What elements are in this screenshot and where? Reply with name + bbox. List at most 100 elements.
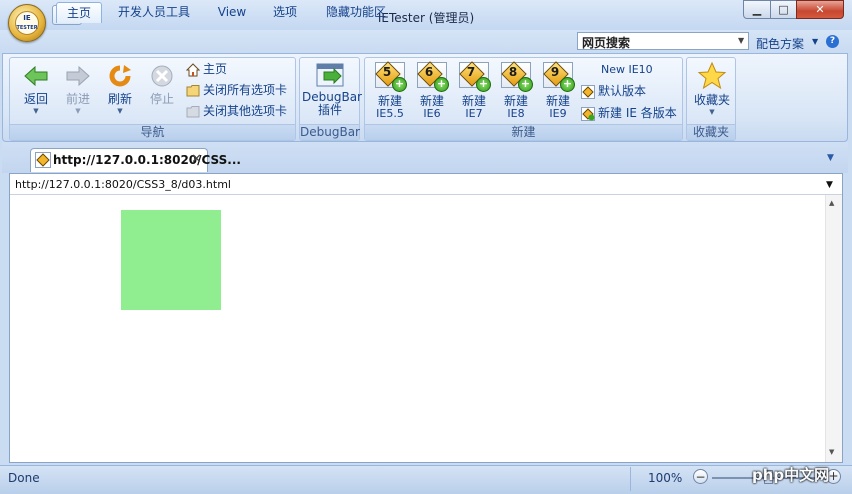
forward-arrow-icon [66, 65, 90, 87]
back-label: 返回 [23, 92, 48, 106]
group-label-new: 新建 [365, 124, 682, 140]
debugbar-icon [316, 63, 344, 87]
logo-text-ie: IE [23, 14, 31, 22]
home-icon [186, 62, 200, 76]
maximize-button[interactable]: □ [770, 0, 797, 19]
group-label-favorites: 收藏夹 [687, 124, 735, 140]
group-navigation: 导航 返回 ▼ 前进 ▼ 刷新 ▼ 停止 主页 关闭所有选项卡 关闭其他选项卡 [9, 57, 296, 141]
close-window-button[interactable]: ✕ [796, 0, 844, 19]
close-other-tabs-button[interactable]: 关闭其他选项卡 [186, 101, 287, 121]
tab-options[interactable]: 选项 [264, 2, 306, 23]
group-label-navigation: 导航 [10, 124, 295, 140]
forward-dropdown-icon: ▼ [75, 107, 81, 115]
stop-label: 停止 [149, 92, 174, 106]
ie-version-icon: 5 + [375, 61, 407, 92]
refresh-icon [109, 65, 131, 87]
back-arrow-icon [24, 65, 48, 87]
favorites-button[interactable]: 收藏夹 ▼ [689, 61, 735, 116]
tab-list-dropdown-icon[interactable]: ▼ [827, 153, 834, 163]
close-other-tabs-label: 关闭其他选项卡 [203, 104, 288, 118]
new-ie10-button[interactable]: New IE10 [601, 60, 653, 80]
default-version-button[interactable]: 默认版本 [581, 81, 646, 101]
close-all-tabs-label: 关闭所有选项卡 [203, 83, 288, 97]
ie-version-icon: 8 + [501, 61, 533, 92]
tab-view[interactable]: View [210, 2, 254, 23]
address-dropdown-icon[interactable]: ▼ [826, 180, 833, 190]
color-scheme-menu[interactable]: 配色方案 [756, 35, 804, 52]
default-version-label: 默认版本 [598, 84, 647, 98]
group-favorites: 收藏夹 收藏夹 ▼ [686, 57, 736, 141]
scroll-up-icon[interactable]: ▲ [829, 199, 834, 207]
search-dropdown-button[interactable]: ▼ [738, 36, 744, 45]
home-button[interactable]: 主页 [186, 59, 227, 79]
logo-text-tester: TESTER [16, 25, 38, 31]
ie-version-icon [581, 106, 595, 121]
new-ie9-button[interactable]: 9 + 新建 IE9 [539, 61, 577, 120]
new-ie9-label-1: 新建 [545, 94, 570, 108]
vertical-scrollbar[interactable] [825, 195, 842, 462]
ie-version-icon: 7 + [459, 61, 491, 92]
ie-version-icon [35, 152, 51, 168]
new-ie55-button[interactable]: 5 + 新建 IE5.5 [371, 61, 409, 120]
new-ie9-label-2: IE9 [549, 107, 567, 120]
tab-hide-ribbon[interactable]: 隐藏功能区 [316, 2, 396, 23]
refresh-button[interactable]: 刷新 ▼ [100, 64, 140, 115]
browser-tab-title: http://127.0.0.1:8020/CSS... [53, 153, 241, 167]
forward-button[interactable]: 前进 ▼ [58, 64, 98, 115]
refresh-label: 刷新 [107, 92, 132, 106]
new-ie7-label-1: 新建 [461, 94, 486, 108]
tab-developer-tools[interactable]: 开发人员工具 [110, 2, 198, 23]
app-orb-button[interactable]: IE TESTER [8, 4, 46, 42]
zoom-out-button[interactable]: − [693, 469, 708, 484]
ie-version-icon: 9 + [543, 61, 575, 92]
status-text: Done [8, 471, 40, 485]
stop-button[interactable]: 停止 [142, 64, 182, 107]
group-debugbar: DebugBar DebugBar 插件 [299, 57, 362, 141]
new-ie8-button[interactable]: 8 + 新建 IE8 [497, 61, 535, 120]
tab-home[interactable]: 主页 [56, 2, 102, 23]
status-bar [0, 465, 852, 494]
new-ie8-label-1: 新建 [503, 94, 528, 108]
refresh-dropdown-icon: ▼ [117, 107, 123, 115]
ie-version-icon: 6 + [417, 61, 449, 92]
debugbar-button-label-2: 插件 [317, 103, 342, 117]
forward-label: 前进 [65, 92, 90, 106]
stop-icon [151, 65, 173, 87]
folder-icon [186, 84, 200, 96]
new-ie7-button[interactable]: 7 + 新建 IE7 [455, 61, 493, 120]
favorites-dropdown-icon: ▼ [709, 108, 715, 116]
debugbar-plugin-button[interactable]: DebugBar 插件 [302, 63, 362, 117]
color-scheme-dropdown-icon[interactable]: ▼ [812, 37, 818, 46]
new-all-ie-versions-button[interactable]: 新建 IE 各版本 [581, 103, 677, 123]
new-all-ie-versions-label: 新建 IE 各版本 [598, 106, 677, 120]
ie-version-icon [581, 84, 595, 99]
group-new: 新建 5 + 新建 IE5.5 6 + 新建 IE6 7 + 新建 IE7 8 + 新建… [364, 57, 683, 141]
close-tab-icon[interactable]: ✕ [191, 152, 202, 167]
web-search-input[interactable]: 网页搜索 [577, 32, 749, 50]
group-label-debugbar: DebugBar [300, 124, 360, 140]
back-dropdown-icon: ▼ [33, 107, 39, 115]
help-icon[interactable]: ? [826, 35, 839, 48]
status-divider [630, 467, 631, 491]
new-ie6-label-2: IE6 [423, 107, 441, 120]
new-ie6-button[interactable]: 6 + 新建 IE6 [413, 61, 451, 120]
close-all-tabs-button[interactable]: 关闭所有选项卡 [186, 80, 287, 100]
new-ie6-label-1: 新建 [419, 94, 444, 108]
ietester-logo-icon: IE TESTER [15, 11, 39, 35]
new-ie55-label-2: IE5.5 [376, 107, 404, 120]
star-icon [697, 61, 727, 90]
address-input[interactable]: http://127.0.0.1:8020/CSS3_8/d03.html [15, 178, 231, 191]
watermark: php中文网 [752, 466, 830, 484]
favorites-label: 收藏夹 [693, 93, 730, 107]
scroll-down-icon[interactable]: ▼ [829, 448, 834, 456]
folder-icon [186, 105, 200, 117]
minimize-button[interactable]: ▁ [743, 0, 771, 19]
home-label: 主页 [203, 62, 228, 76]
zoom-level[interactable]: 100% [648, 471, 682, 485]
browser-tab[interactable]: http://127.0.0.1:8020/CSS... ✕ [30, 148, 241, 172]
new-ie7-label-2: IE7 [465, 107, 483, 120]
content-green-box [121, 210, 221, 310]
new-ie55-label-1: 新建 [377, 94, 402, 108]
back-button[interactable]: 返回 ▼ [16, 64, 56, 115]
new-ie8-label-2: IE8 [507, 107, 525, 120]
